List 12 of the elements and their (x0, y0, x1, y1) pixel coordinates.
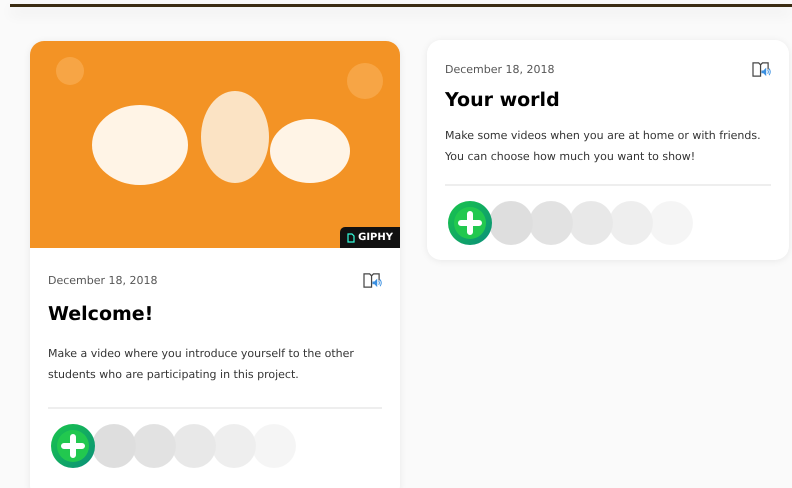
file-icon (347, 232, 356, 242)
card-description: Make some videos when you are at home or with friends. You can choose how much you want to show! (445, 125, 771, 186)
audio-book-icon[interactable] (752, 61, 771, 78)
card-title: Your world (445, 89, 561, 111)
card-date: December 18, 2018 (48, 274, 158, 287)
audio-book-icon[interactable] (363, 272, 382, 289)
card-description: Make a video where you introduce yourself to the other students who are participating in this project. (48, 343, 382, 409)
add-icon[interactable] (50, 423, 96, 469)
card-title: Welcome! (48, 303, 154, 325)
card-date: December 18, 2018 (445, 63, 555, 76)
giphy-badge[interactable]: GIPHY (340, 227, 400, 248)
add-icon[interactable] (447, 200, 493, 246)
